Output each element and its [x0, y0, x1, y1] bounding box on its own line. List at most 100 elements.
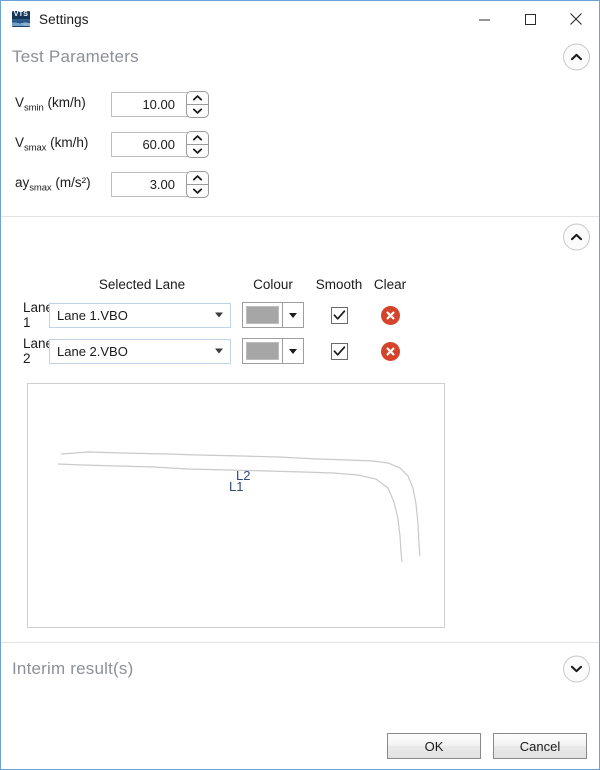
caret-up-icon	[193, 174, 202, 181]
lane-2-colour-swatch	[246, 342, 279, 360]
chevron-down-icon	[289, 348, 297, 354]
app-icon-wave	[12, 19, 30, 26]
param-symbol-aysmax: ay	[15, 174, 30, 190]
settings-window: VTS Settings Test Parameters Vsmin (km/h…	[0, 0, 600, 770]
interim-results-expand-button[interactable]	[563, 655, 590, 683]
lanes-collapse-button[interactable]	[563, 223, 590, 251]
column-header-colour: Colour	[253, 276, 293, 292]
cancel-button[interactable]: Cancel	[493, 733, 587, 759]
lane-2-smooth-cell	[311, 342, 367, 360]
aysmax-increment-button[interactable]	[186, 170, 209, 184]
lane-1-clear-button[interactable]	[380, 305, 400, 325]
lane-1-smooth-checkbox[interactable]	[330, 306, 348, 324]
chevron-down-icon	[215, 312, 223, 318]
lane-1-colour-cell	[235, 302, 311, 328]
close-button[interactable]	[553, 1, 599, 37]
lane-2-clear-button[interactable]	[380, 341, 400, 361]
lane-2-colour-cell	[235, 338, 311, 364]
dialog-button-bar: OK Cancel	[1, 733, 599, 761]
lane-2-file-value: Lane 2.VBO	[57, 343, 128, 359]
lane-2-clear-cell	[367, 341, 413, 361]
lane-plot: L1 L2	[27, 383, 445, 628]
app-icon-text: VTS	[13, 11, 29, 18]
lane-2-colour-picker[interactable]	[242, 338, 304, 364]
vsmax-input[interactable]	[111, 131, 197, 157]
lanes-column-headers: Selected Lane Colour Smooth Clear	[1, 271, 599, 297]
lane-2-colour-dropdown-button[interactable]	[282, 339, 303, 363]
lane-1-colour-dropdown-button[interactable]	[282, 303, 303, 327]
caret-down-icon	[193, 108, 202, 114]
lane-1-colour-picker[interactable]	[242, 302, 304, 328]
title-bar: VTS Settings	[1, 1, 599, 37]
table-row: Lane 2 Lane 2.VBO	[1, 333, 599, 369]
param-unit-vsmax: (km/h)	[50, 134, 89, 150]
aysmax-decrement-button[interactable]	[186, 184, 209, 198]
chevron-up-icon	[571, 233, 582, 241]
window-controls	[461, 1, 599, 37]
vsmax-decrement-button[interactable]	[186, 144, 209, 158]
vsmax-increment-button[interactable]	[186, 130, 209, 144]
vsmax-stepper[interactable]	[111, 130, 209, 158]
param-label-aysmax: aysmax (m/s²)	[15, 175, 111, 194]
lane-1-colour-swatch	[246, 306, 279, 324]
table-row: Lane 1 Lane 1.VBO	[1, 297, 599, 333]
chevron-down-icon	[215, 348, 223, 354]
param-unit-vsmin: (km/h)	[47, 94, 86, 110]
lanes-header	[1, 217, 599, 257]
caret-down-icon	[193, 148, 202, 154]
vsmin-increment-button[interactable]	[186, 90, 209, 104]
param-unit-aysmax: (m/s²)	[55, 174, 91, 190]
aysmax-stepper[interactable]	[111, 170, 209, 198]
param-subscript-vsmax: smax	[24, 142, 47, 154]
check-icon	[333, 309, 345, 320]
minimize-button[interactable]	[461, 1, 507, 37]
lane-plot-canvas	[57, 451, 421, 563]
param-label-vsmin: Vsmin (km/h)	[15, 95, 111, 114]
lane-plot-wrapper: L1 L2	[27, 383, 599, 628]
interim-results-title: Interim result(s)	[12, 659, 134, 678]
vsmin-decrement-button[interactable]	[186, 104, 209, 118]
aysmax-input[interactable]	[111, 171, 197, 197]
param-symbol-vsmin: V	[15, 94, 25, 110]
param-subscript-aysmax: smax	[29, 182, 52, 194]
param-row-aysmax: aysmax (m/s²)	[1, 164, 599, 204]
caret-up-icon	[193, 94, 202, 101]
lane-2-label: Lane 2	[23, 336, 54, 366]
clear-circle-icon	[385, 310, 394, 319]
aysmax-stepper-buttons	[186, 170, 209, 198]
param-row-vsmin: Vsmin (km/h)	[1, 84, 599, 124]
lanes-body: Selected Lane Colour Smooth Clear Lane 1…	[1, 271, 599, 628]
column-header-clear: Clear	[373, 276, 407, 292]
check-icon	[333, 345, 345, 356]
param-label-vsmax: Vsmax (km/h)	[15, 135, 111, 154]
lane-2-select-cell: Lane 2.VBO	[49, 338, 235, 364]
param-subscript-vsmin: smin	[24, 102, 44, 114]
maximize-button[interactable]	[507, 1, 553, 37]
column-header-smooth: Smooth	[315, 276, 363, 292]
lane-1-file-select[interactable]: Lane 1.VBO	[49, 302, 231, 328]
lane-1-file-value: Lane 1.VBO	[57, 307, 128, 323]
chevron-up-icon	[571, 53, 582, 61]
interim-results-header: Interim result(s)	[1, 643, 599, 695]
param-row-vsmax: Vsmax (km/h)	[1, 124, 599, 164]
lane-1-select-cell: Lane 1.VBO	[49, 302, 235, 328]
lane-1-clear-cell	[367, 305, 413, 325]
caret-down-icon	[193, 188, 202, 194]
vsmin-stepper[interactable]	[111, 90, 209, 118]
test-parameters-title: Test Parameters	[12, 47, 139, 66]
column-header-selected-lane: Selected Lane	[98, 276, 186, 292]
clear-circle-icon	[385, 346, 394, 355]
lane-1-smooth-cell	[311, 306, 367, 324]
vsmax-stepper-buttons	[186, 130, 209, 158]
ok-button[interactable]: OK	[387, 733, 481, 759]
vsmin-stepper-buttons	[186, 90, 209, 118]
lane-2-smooth-checkbox[interactable]	[330, 342, 348, 360]
lane-2-file-select[interactable]: Lane 2.VBO	[49, 338, 231, 364]
test-parameters-collapse-button[interactable]	[563, 43, 590, 71]
plot-annotation-l2: L2	[236, 468, 251, 483]
window-title: Settings	[39, 11, 89, 27]
test-parameters-header: Test Parameters	[1, 37, 599, 77]
vsmin-input[interactable]	[111, 91, 197, 117]
chevron-down-icon	[289, 312, 297, 318]
vts-app-icon: VTS	[12, 11, 30, 27]
